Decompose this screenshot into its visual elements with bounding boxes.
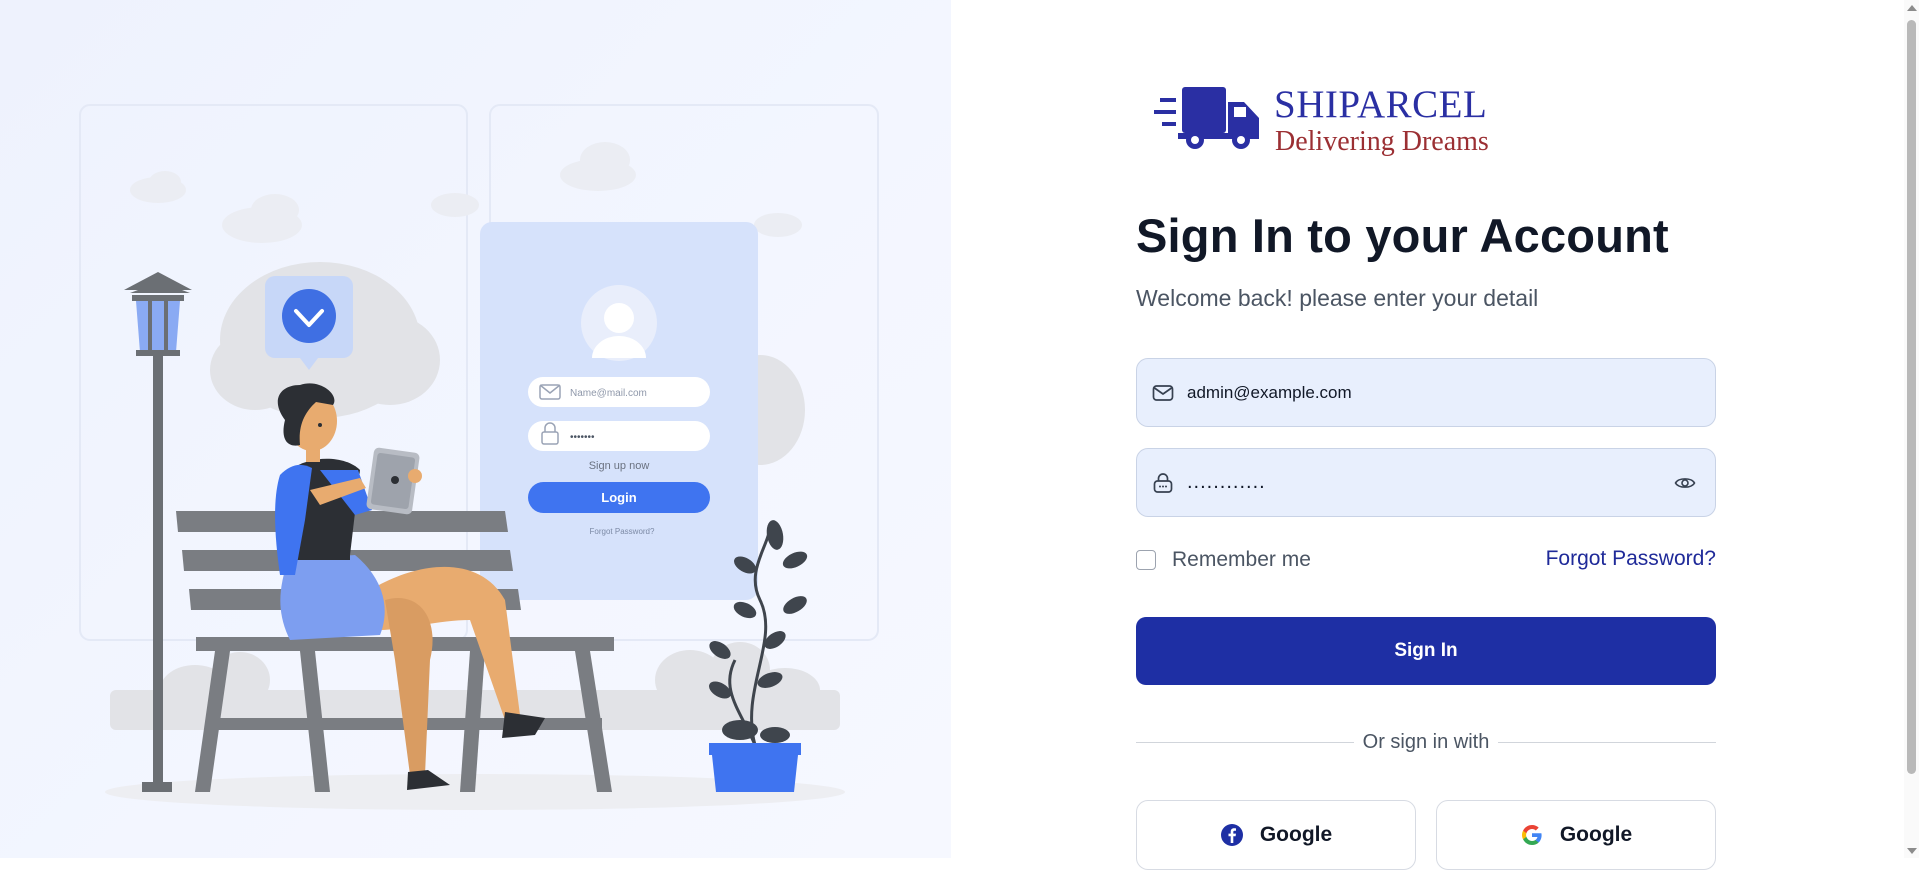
illustration-panel: Name@mail.com ••••••• Sign up now Login … <box>0 0 951 858</box>
illustration-forgot-text: Forgot Password? <box>590 527 655 536</box>
remember-me[interactable]: Remember me <box>1136 548 1311 572</box>
scroll-up-arrow-icon[interactable] <box>1907 5 1917 11</box>
page-title: Sign In to your Account <box>1136 209 1669 262</box>
illustration-login-label: Login <box>601 490 636 505</box>
illustration-login-card: Name@mail.com ••••••• Sign up now Login … <box>480 222 758 600</box>
eye-icon[interactable] <box>1673 471 1697 495</box>
page-scrollbar[interactable] <box>1904 0 1919 858</box>
email-field[interactable] <box>1136 358 1716 427</box>
google-icon <box>1521 825 1542 845</box>
remember-me-label: Remember me <box>1172 548 1311 571</box>
page-subtitle: Welcome back! please enter your detail <box>1136 285 1539 311</box>
illustration-email-placeholder: Name@mail.com <box>570 388 647 399</box>
password-field[interactable] <box>1136 448 1716 517</box>
sign-in-button[interactable]: Sign In <box>1136 617 1716 685</box>
illustration-password-mask: ••••••• <box>570 432 595 443</box>
social-divider: Or sign in with <box>1136 730 1716 754</box>
email-input[interactable] <box>1187 359 1657 426</box>
brand-tagline: Delivering Dreams <box>1275 126 1489 157</box>
remember-me-checkbox[interactable] <box>1136 550 1156 570</box>
mail-icon <box>1152 385 1174 401</box>
facebook-sign-in-label: Google <box>1259 823 1333 846</box>
login-illustration: Name@mail.com ••••••• Sign up now Login … <box>79 104 879 810</box>
divider-line-right <box>1498 742 1716 743</box>
google-sign-in-button[interactable]: Google <box>1436 800 1716 870</box>
lock-icon <box>1153 473 1173 493</box>
illustration-signup-text: Sign up now <box>589 460 650 472</box>
google-sign-in-label: Google <box>1559 823 1633 846</box>
forgot-password-link[interactable]: Forgot Password? <box>1546 547 1716 571</box>
scroll-down-arrow-icon[interactable] <box>1907 848 1917 854</box>
scrollbar-thumb[interactable] <box>1907 20 1916 774</box>
brand-name: SHIPARCEL <box>1274 83 1488 126</box>
facebook-sign-in-button[interactable]: Google <box>1136 800 1416 870</box>
password-input[interactable] <box>1187 449 1657 516</box>
facebook-icon <box>1220 824 1243 846</box>
check-bubble <box>265 276 353 370</box>
